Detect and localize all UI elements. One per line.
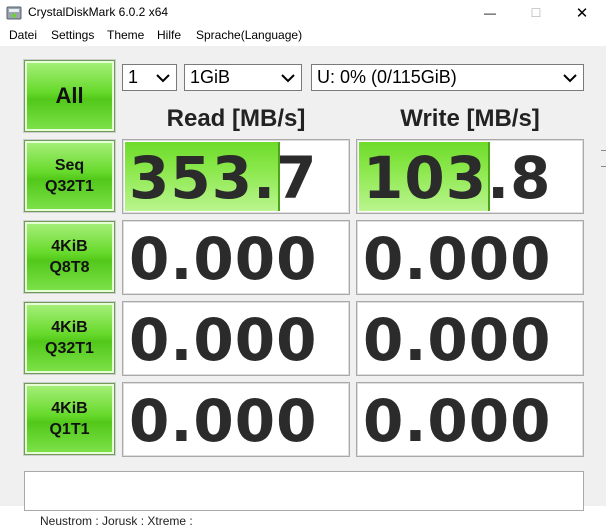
window-title: CrystalDiskMark 6.0.2 x64 <box>28 5 169 19</box>
test-label: 4KiB Q1T1 <box>49 400 90 438</box>
minimize-icon: — <box>484 6 496 20</box>
test-button-4kib-q32t1[interactable]: 4KiB Q32T1 <box>24 302 115 374</box>
close-icon: ✕ <box>575 5 589 22</box>
run-all-label: All <box>55 83 84 108</box>
background-text: Neustrom : Jorusk : Xtreme : <box>40 514 193 528</box>
background-window-edge <box>601 150 606 151</box>
test-count-select[interactable]: 1 <box>122 64 177 91</box>
read-header: Read [MB/s] <box>166 105 306 132</box>
run-all-button[interactable]: All <box>24 60 115 132</box>
background-window-edge <box>601 166 606 167</box>
read-value: 0.000 <box>129 225 318 293</box>
menu-settings[interactable]: Settings <box>51 28 94 42</box>
drive-select[interactable]: U: 0% (0/115GiB) <box>311 64 584 91</box>
minimize-button[interactable]: — <box>467 0 513 26</box>
write-value: 0.000 <box>363 306 552 374</box>
drive-value: U: 0% (0/115GiB) <box>317 67 457 87</box>
read-result-4kib-q32t1: 0.000 <box>122 301 350 376</box>
crystaldiskmark-icon <box>6 6 22 20</box>
chevron-down-icon <box>563 74 577 83</box>
test-label: Seq Q32T1 <box>45 157 94 195</box>
write-value: 103.8 <box>363 144 552 212</box>
test-count-value: 1 <box>128 67 139 87</box>
test-button-seq-q32t1[interactable]: Seq Q32T1 <box>24 140 115 212</box>
menu-theme[interactable]: Theme <box>107 28 144 42</box>
read-result-4kib-q1t1: 0.000 <box>122 382 350 457</box>
title-bar[interactable]: CrystalDiskMark 6.0.2 x64 — ☐ ✕ <box>0 0 606 26</box>
write-result-4kib-q1t1: 0.000 <box>356 382 584 457</box>
chevron-down-icon <box>281 74 295 83</box>
test-label: 4KiB Q8T8 <box>49 238 90 276</box>
test-size-value: 1GiB <box>190 67 231 87</box>
menu-help[interactable]: Hilfe <box>157 28 181 42</box>
read-value: 353.7 <box>129 144 318 212</box>
write-result-seq-q32t1: 103.8 <box>356 139 584 214</box>
write-value: 0.000 <box>363 225 552 293</box>
app-window: CrystalDiskMark 6.0.2 x64 — ☐ ✕ Datei Se… <box>0 0 606 529</box>
close-button[interactable]: ✕ <box>559 0 605 26</box>
read-value: 0.000 <box>129 387 318 455</box>
menu-file[interactable]: Datei <box>9 28 37 42</box>
maximize-icon: ☐ <box>530 6 542 20</box>
test-size-select[interactable]: 1GiB <box>184 64 302 91</box>
test-button-4kib-q8t8[interactable]: 4KiB Q8T8 <box>24 221 115 293</box>
comment-input[interactable] <box>24 471 584 511</box>
write-result-4kib-q8t8: 0.000 <box>356 220 584 295</box>
write-value: 0.000 <box>363 387 552 455</box>
chevron-down-icon <box>156 74 170 83</box>
write-header: Write [MB/s] <box>400 105 540 132</box>
maximize-button[interactable]: ☐ <box>513 0 559 26</box>
menu-bar: Datei Settings Theme Hilfe Sprache(Langu… <box>0 26 606 46</box>
test-label: 4KiB Q32T1 <box>45 319 94 357</box>
menu-language[interactable]: Sprache(Language) <box>196 28 302 42</box>
read-result-seq-q32t1: 353.7 <box>122 139 350 214</box>
read-result-4kib-q8t8: 0.000 <box>122 220 350 295</box>
write-result-4kib-q32t1: 0.000 <box>356 301 584 376</box>
read-value: 0.000 <box>129 306 318 374</box>
test-button-4kib-q1t1[interactable]: 4KiB Q1T1 <box>24 383 115 455</box>
